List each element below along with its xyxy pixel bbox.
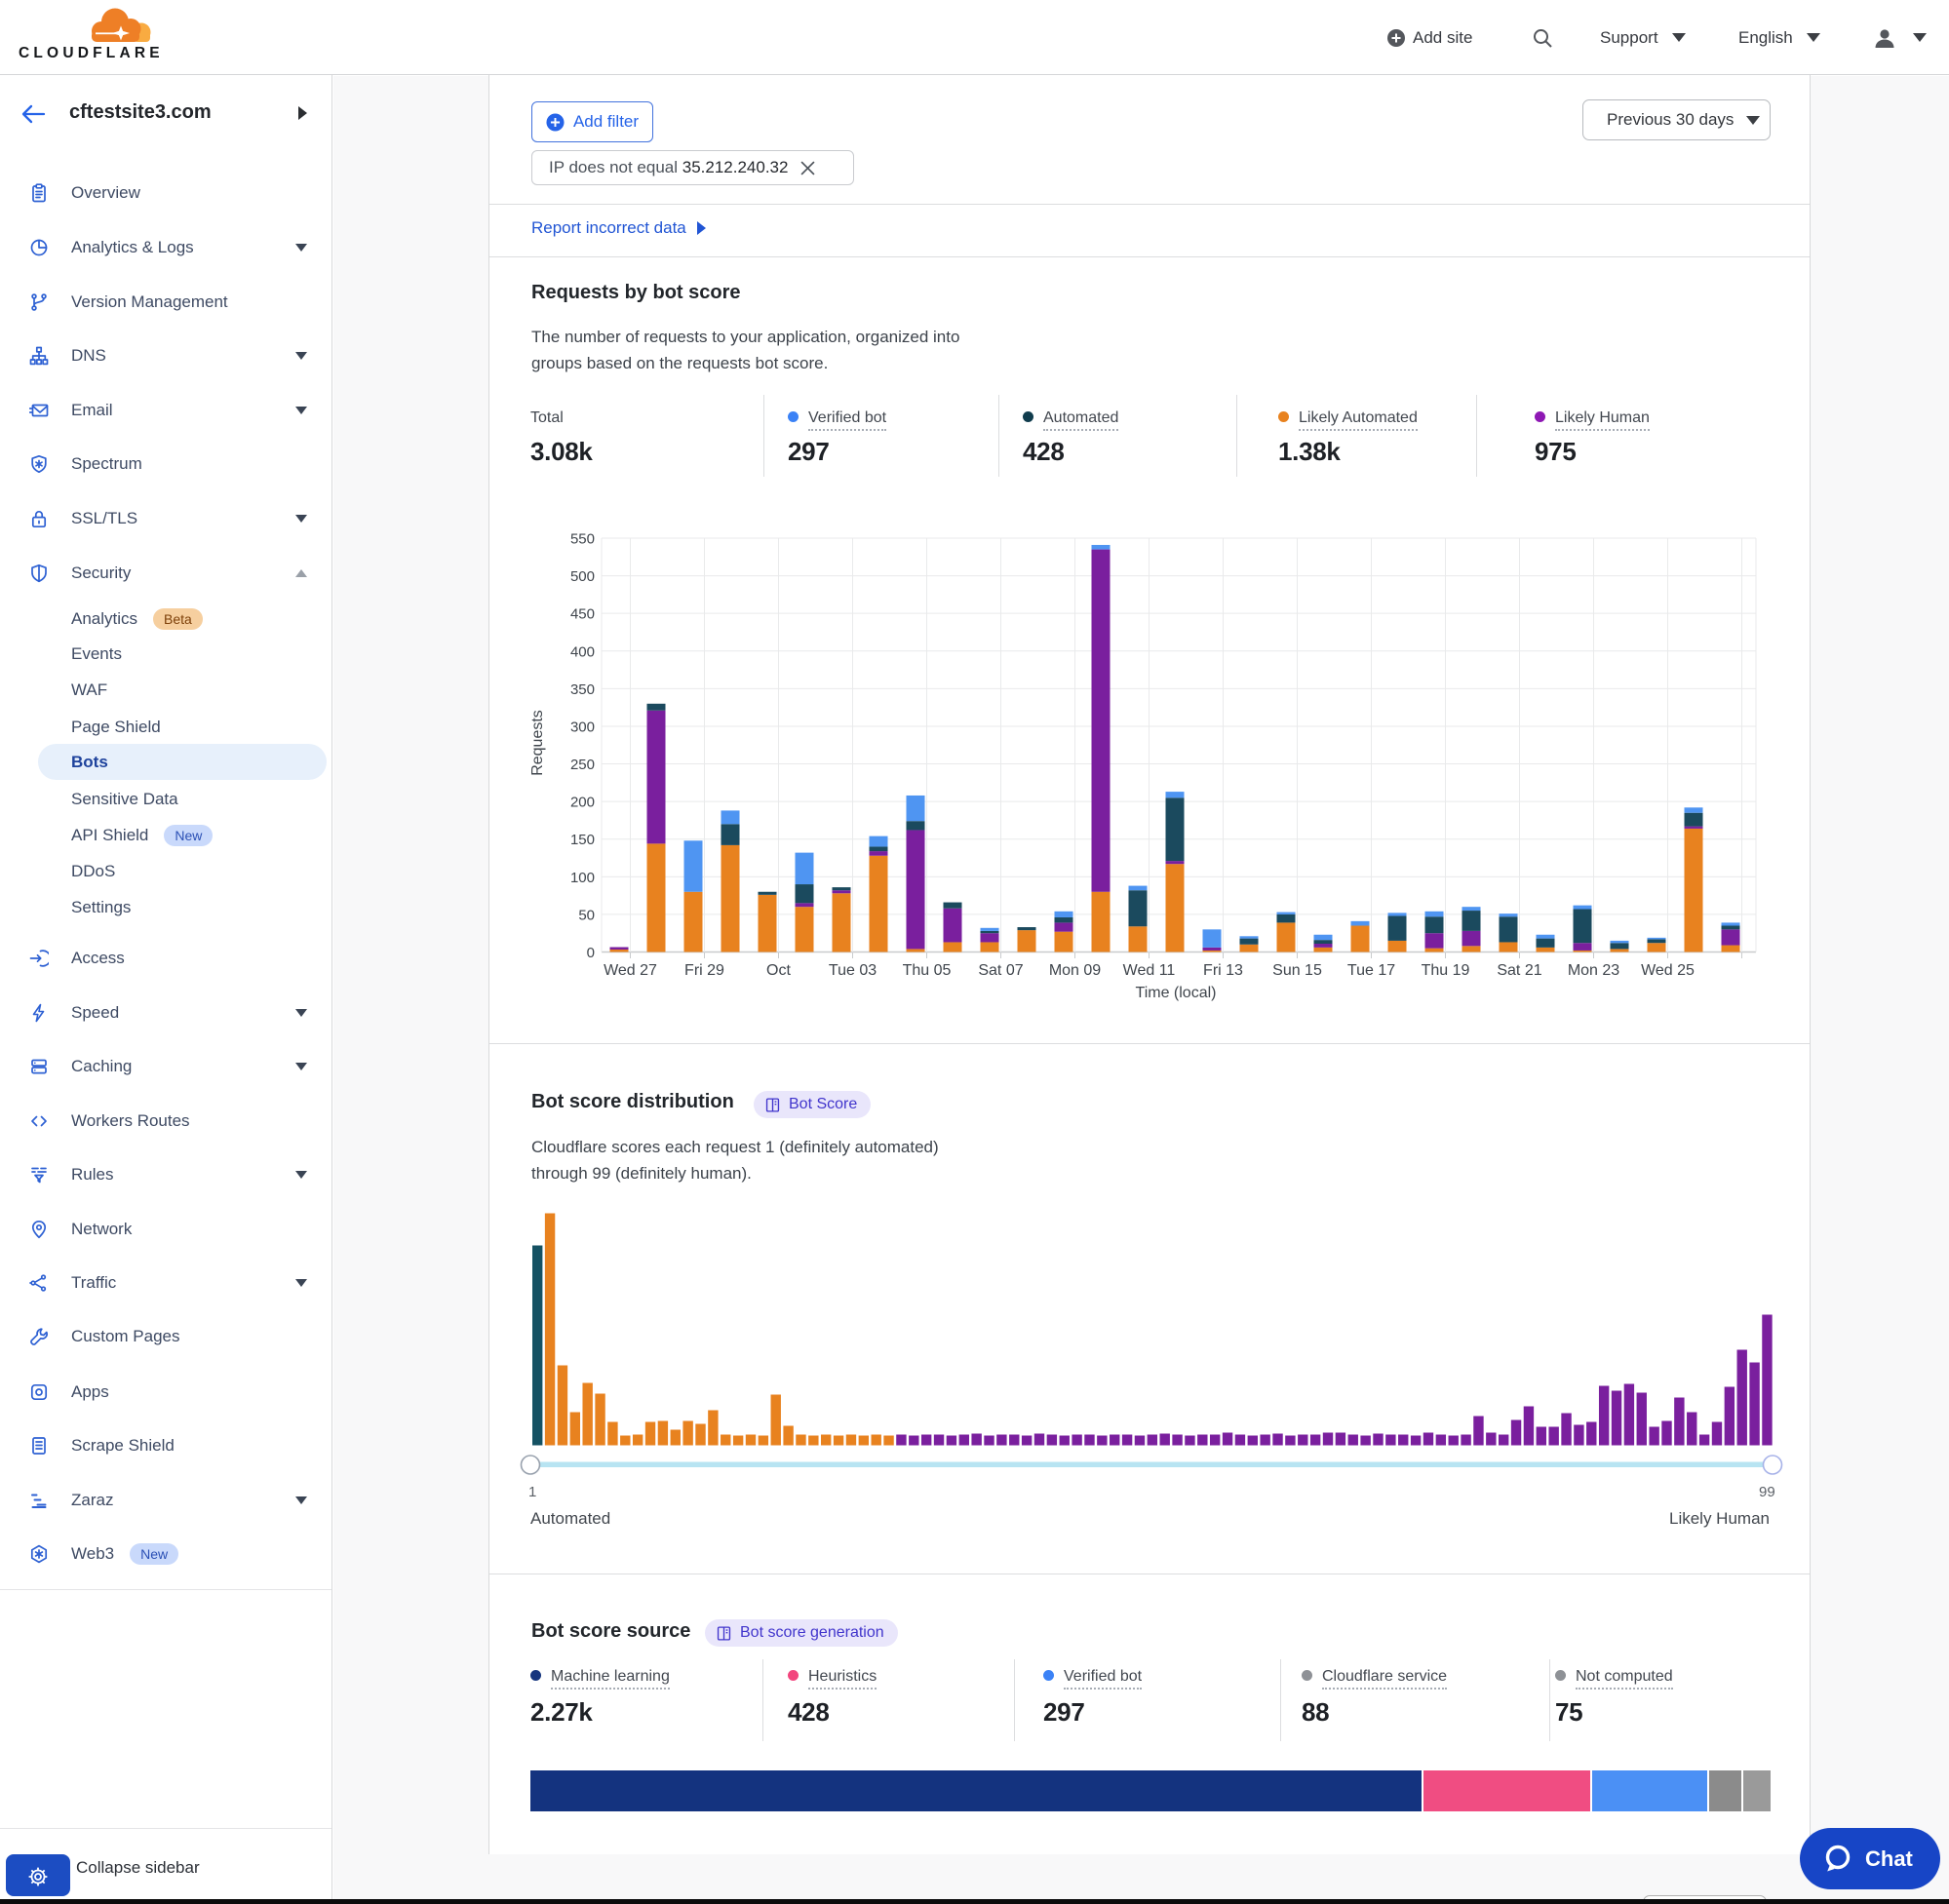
svg-text:450: 450 <box>570 606 595 623</box>
svg-text:Wed 25: Wed 25 <box>1641 962 1695 979</box>
svg-text:Mon 09: Mon 09 <box>1049 962 1101 979</box>
svg-text:Wed 11: Wed 11 <box>1123 962 1176 979</box>
svg-text:100: 100 <box>570 870 595 886</box>
svg-text:500: 500 <box>570 568 595 585</box>
svg-text:Fri 13: Fri 13 <box>1203 962 1243 979</box>
svg-text:Sun 15: Sun 15 <box>1272 962 1322 979</box>
svg-text:Thu 05: Thu 05 <box>903 962 952 979</box>
svg-text:Mon 23: Mon 23 <box>1568 962 1619 979</box>
svg-text:Sat 21: Sat 21 <box>1497 962 1541 979</box>
svg-text:50: 50 <box>578 907 595 923</box>
svg-text:Tue 03: Tue 03 <box>829 962 877 979</box>
svg-text:150: 150 <box>570 832 595 848</box>
svg-text:Requests: Requests <box>529 710 546 776</box>
svg-text:300: 300 <box>570 719 595 735</box>
svg-text:350: 350 <box>570 681 595 698</box>
svg-text:Tue 17: Tue 17 <box>1347 962 1395 979</box>
svg-text:400: 400 <box>570 643 595 660</box>
svg-text:Sat 07: Sat 07 <box>978 962 1023 979</box>
svg-text:550: 550 <box>570 531 595 548</box>
svg-text:Time (local): Time (local) <box>1136 985 1217 1001</box>
svg-text:0: 0 <box>587 945 595 961</box>
svg-text:Oct: Oct <box>766 962 791 979</box>
svg-text:Thu 19: Thu 19 <box>1422 962 1470 979</box>
svg-text:250: 250 <box>570 757 595 773</box>
svg-text:200: 200 <box>570 795 595 811</box>
svg-text:Fri 29: Fri 29 <box>684 962 724 979</box>
svg-text:Wed 27: Wed 27 <box>604 962 657 979</box>
